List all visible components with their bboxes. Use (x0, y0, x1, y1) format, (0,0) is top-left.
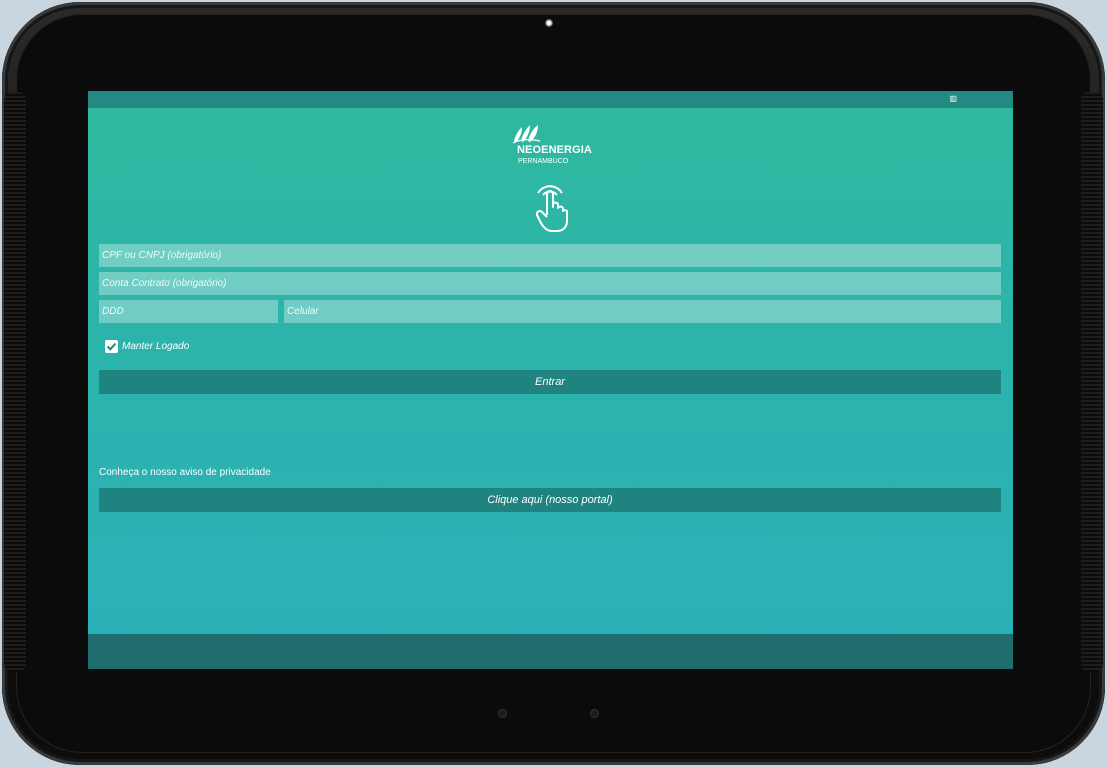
conta-contrato-input[interactable] (99, 272, 1001, 295)
privacy-notice-text: Conheça o nosso aviso de privacidade (99, 467, 271, 478)
privacy-portal-button[interactable]: Clique aqui (nosso portal) (99, 488, 1001, 512)
speaker-grille-right (1081, 92, 1103, 672)
keep-logged-label: Manter Logado (122, 341, 190, 352)
celular-input[interactable] (284, 300, 1001, 323)
keep-logged-checkbox[interactable] (105, 340, 118, 353)
hardware-menu-button[interactable] (590, 709, 599, 718)
leaves-icon (512, 125, 541, 144)
login-button[interactable]: Entrar (99, 370, 1001, 394)
app-screen: ▥ NEOENERGIA PERNAMBUCO Manter Logado En… (88, 91, 1013, 669)
logo-name: NEOENERGIA (517, 144, 592, 156)
front-camera (545, 19, 553, 27)
touch-hand-icon (535, 185, 568, 232)
speaker-grille-left (4, 92, 26, 672)
notification-icon: ▥ (949, 94, 957, 103)
cpf-cnpj-input[interactable] (99, 244, 1001, 267)
neoenergia-logo: NEOENERGIA PERNAMBUCO (512, 123, 602, 168)
checkmark-icon (106, 342, 117, 351)
logo-subtitle: PERNAMBUCO (518, 158, 569, 165)
hardware-back-button[interactable] (498, 709, 507, 718)
status-bar: ▥ (88, 91, 1013, 108)
navigation-bar (88, 634, 1013, 669)
ddd-input[interactable] (99, 300, 278, 323)
